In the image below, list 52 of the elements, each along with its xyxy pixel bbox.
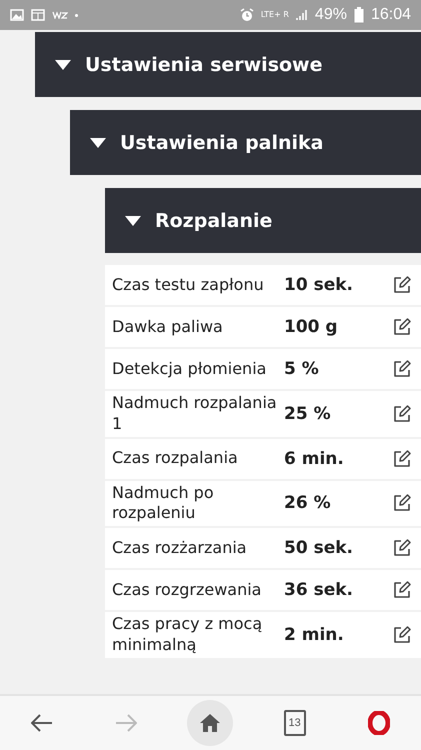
setting-label: Nadmuch rozpalania 1 bbox=[112, 393, 278, 435]
setting-value: 50 sek. bbox=[284, 538, 354, 558]
setting-value: 25 % bbox=[284, 404, 332, 424]
edit-icon[interactable] bbox=[392, 448, 412, 469]
setting-label: Detekcja płomienia bbox=[112, 358, 268, 380]
setting-label: Czas testu zapłonu bbox=[112, 274, 265, 296]
section-title: Ustawienia serwisowe bbox=[85, 54, 322, 76]
opera-logo-icon[interactable] bbox=[368, 711, 390, 735]
section-title: Rozpalanie bbox=[155, 210, 272, 232]
back-arrow-icon bbox=[31, 714, 54, 732]
battery-icon bbox=[354, 7, 364, 23]
alarm-icon bbox=[240, 8, 254, 22]
edit-icon[interactable] bbox=[392, 404, 412, 424]
setting-value: 6 min. bbox=[284, 448, 345, 469]
section-header[interactable]: Ustawienia palnika bbox=[70, 110, 421, 175]
forward-arrow-icon bbox=[115, 714, 138, 732]
battery-level: 49% bbox=[314, 6, 347, 24]
tabs-button[interactable]: 13 bbox=[284, 710, 306, 736]
home-button[interactable] bbox=[187, 700, 234, 746]
section-header[interactable]: Ustawienia serwisowe bbox=[35, 32, 421, 97]
setting-label: Dawka paliwa bbox=[112, 316, 224, 338]
edit-icon[interactable] bbox=[392, 580, 412, 600]
caret-icon bbox=[125, 216, 141, 226]
dot-icon bbox=[75, 14, 78, 16]
setting-label: Czas rozżarzania bbox=[112, 538, 248, 559]
setting-label: Nadmuch po rozpaleniu bbox=[112, 482, 215, 524]
gallery-icon bbox=[10, 9, 24, 21]
edit-icon[interactable] bbox=[392, 359, 412, 379]
network-type: LTE+ R bbox=[260, 11, 289, 19]
setting-label: Czas rozpalania bbox=[112, 448, 239, 469]
signal-icon bbox=[296, 9, 308, 21]
edit-icon[interactable] bbox=[392, 317, 412, 337]
clock: 16:04 bbox=[370, 6, 411, 24]
setting-value: 5 % bbox=[284, 359, 320, 379]
setting-label: Czas pracy z mocą minimalną bbox=[112, 614, 264, 656]
setting-value: 2 min. bbox=[284, 624, 345, 645]
window-icon bbox=[31, 9, 45, 21]
app-icon bbox=[52, 11, 68, 19]
section-title: Ustawienia palnika bbox=[120, 132, 324, 154]
home-icon bbox=[199, 713, 222, 733]
setting-label: Czas rozgrzewania bbox=[112, 580, 262, 601]
section-header[interactable]: Rozpalanie bbox=[105, 188, 421, 253]
setting-value: 36 sek. bbox=[284, 580, 354, 600]
edit-icon[interactable] bbox=[392, 624, 412, 645]
setting-value: 100 g bbox=[284, 317, 339, 337]
caret-icon bbox=[90, 138, 106, 148]
caret-icon bbox=[55, 60, 71, 70]
edit-icon[interactable] bbox=[392, 275, 412, 295]
edit-icon[interactable] bbox=[392, 538, 412, 558]
setting-value: 26 % bbox=[284, 493, 332, 514]
setting-value: 10 sek. bbox=[284, 275, 354, 295]
edit-icon[interactable] bbox=[392, 493, 412, 514]
